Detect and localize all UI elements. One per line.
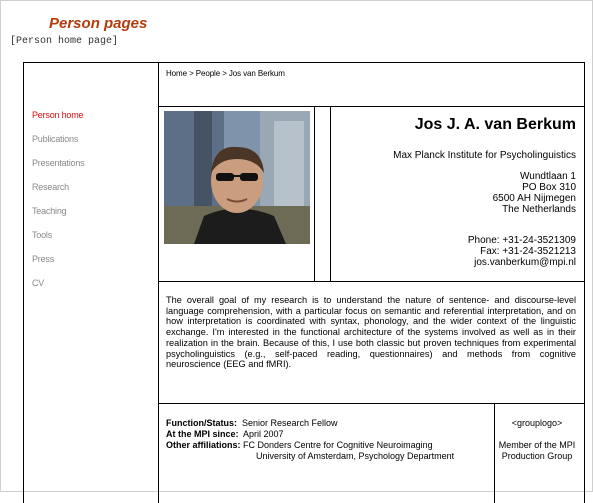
affiliation-value: FC Donders Centre for Cognitive Neuroima… <box>243 440 433 450</box>
function-block: Function/Status: Senior Research Fellow … <box>166 418 494 462</box>
sidebar-item-publications[interactable]: Publications <box>32 132 84 156</box>
research-bio: The overall goal of my research is to un… <box>166 295 576 370</box>
sidebar: Person home Publications Presentations R… <box>24 63 159 503</box>
affiliations-label: Other affiliations: <box>166 440 241 450</box>
address-line: The Netherlands <box>502 204 576 215</box>
sidebar-nav: Person home Publications Presentations R… <box>32 108 85 300</box>
status-value: Senior Research Fellow <box>242 418 338 428</box>
sidebar-item-teaching[interactable]: Teaching <box>32 204 84 228</box>
address-line: 6500 AH Nijmegen <box>492 193 576 204</box>
address-block: Wundtlaan 1 PO Box 310 6500 AH Nijmegen … <box>493 171 576 215</box>
content-frame: Person home Publications Presentations R… <box>23 62 585 503</box>
since-label: At the MPI since: <box>166 429 239 439</box>
divider <box>330 106 331 281</box>
sidebar-item-press[interactable]: Press <box>32 252 84 276</box>
phone-number: Phone: +31-24-3521309 <box>467 235 576 246</box>
address-line: PO Box 310 <box>522 182 576 193</box>
grouplogo-placeholder: <grouplogo> <box>511 418 563 428</box>
sidebar-item-presentations[interactable]: Presentations <box>32 156 85 180</box>
group-logo-block: <grouplogo> Member of the MPI Production… <box>494 418 580 462</box>
address-line: Wundtlaan 1 <box>520 171 576 182</box>
site-title: Person pages <box>49 15 148 32</box>
fax-number: Fax: +31-24-3521213 <box>480 246 576 257</box>
since-value: April 2007 <box>243 429 284 439</box>
page-subtitle: [Person home page] <box>10 36 119 47</box>
person-name: Jos J. A. van Berkum <box>414 116 576 133</box>
affiliation-value: University of Amsterdam, Psychology Depa… <box>256 451 455 461</box>
sidebar-item-cv[interactable]: CV <box>32 276 84 300</box>
sidebar-item-research[interactable]: Research <box>32 180 84 204</box>
institute-name: Max Planck Institute for Psycholinguisti… <box>393 150 576 161</box>
divider <box>158 403 584 404</box>
breadcrumb[interactable]: Home > People > Jos van Berkum <box>166 69 285 78</box>
divider <box>314 106 315 281</box>
divider <box>158 281 584 282</box>
divider <box>158 106 584 107</box>
contact-block: Phone: +31-24-3521309 Fax: +31-24-352121… <box>468 235 576 268</box>
sidebar-item-person-home[interactable]: Person home <box>32 108 84 132</box>
group-membership[interactable]: Member of the MPI Production Group <box>494 440 580 462</box>
sidebar-item-tools[interactable]: Tools <box>32 228 84 252</box>
profile-photo <box>164 111 310 244</box>
email-link[interactable]: jos.vanberkum@mpi.nl <box>468 257 576 268</box>
status-label: Function/Status: <box>166 418 237 428</box>
